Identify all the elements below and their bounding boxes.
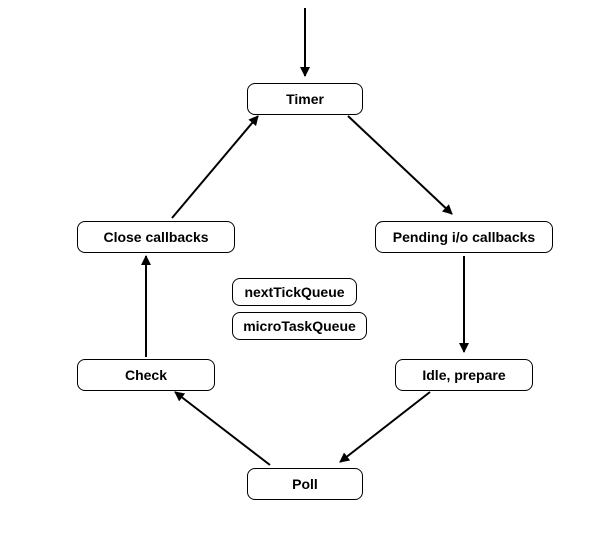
phase-check: Check <box>77 359 215 391</box>
close-to-timer <box>172 116 258 218</box>
poll-to-check <box>175 392 270 465</box>
idle-to-poll <box>340 392 430 462</box>
queue-microtask: microTaskQueue <box>232 312 367 340</box>
phase-idle-prepare: Idle, prepare <box>395 359 533 391</box>
phase-close-callbacks: Close callbacks <box>77 221 235 253</box>
queue-next-tick: nextTickQueue <box>232 278 357 306</box>
phase-timer: Timer <box>247 83 363 115</box>
phase-poll: Poll <box>247 468 363 500</box>
arrow-layer <box>0 0 590 535</box>
phase-pending-io: Pending i/o callbacks <box>375 221 553 253</box>
event-loop-diagram: Timer Pending i/o callbacks Idle, prepar… <box>0 0 590 535</box>
timer-to-pending <box>348 116 452 214</box>
